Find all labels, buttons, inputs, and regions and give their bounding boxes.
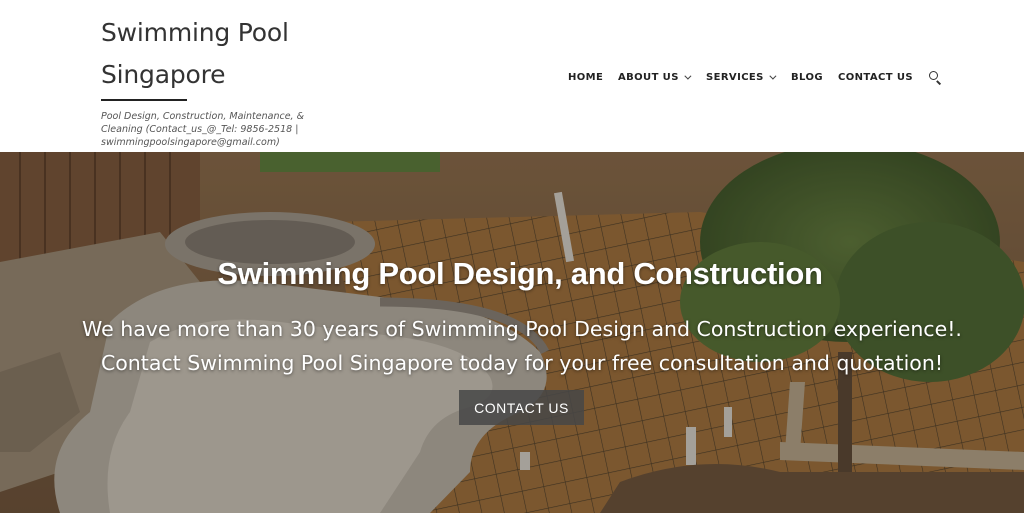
nav-about-us[interactable]: ABOUT US — [618, 71, 692, 83]
search-icon-handle — [936, 80, 942, 85]
nav-home[interactable]: HOME — [568, 72, 603, 83]
site-title-line1[interactable]: Swimming Pool — [101, 12, 341, 54]
nav-services-label: SERVICES — [706, 71, 764, 83]
site-branding: Swimming Pool Singapore Pool Design, Con… — [101, 12, 341, 149]
nav-blog[interactable]: BLOG — [791, 72, 823, 83]
nav-services[interactable]: SERVICES — [706, 71, 777, 83]
chevron-down-icon — [769, 72, 777, 80]
hero-description: We have more than 30 years of Swimming P… — [82, 317, 962, 375]
hero-title: Swimming Pool Design, and Construction — [217, 256, 823, 291]
site-title-line2[interactable]: Singapore — [101, 54, 341, 96]
site-tagline: Pool Design, Construction, Maintenance, … — [101, 111, 305, 148]
nav-about-label: ABOUT US — [618, 71, 679, 83]
site-header: Swimming Pool Singapore Pool Design, Con… — [0, 0, 1024, 152]
chevron-down-icon — [684, 72, 692, 80]
nav-contact-us[interactable]: CONTACT US — [838, 72, 913, 83]
hero-content: Swimming Pool Design, and Construction W… — [0, 152, 1024, 513]
search-icon-ring — [929, 71, 938, 80]
hero-banner: Swimming Pool Design, and Construction W… — [0, 152, 1024, 513]
title-underline — [101, 99, 187, 101]
search-icon[interactable] — [928, 71, 942, 85]
contact-us-button[interactable]: CONTACT US — [459, 390, 584, 425]
